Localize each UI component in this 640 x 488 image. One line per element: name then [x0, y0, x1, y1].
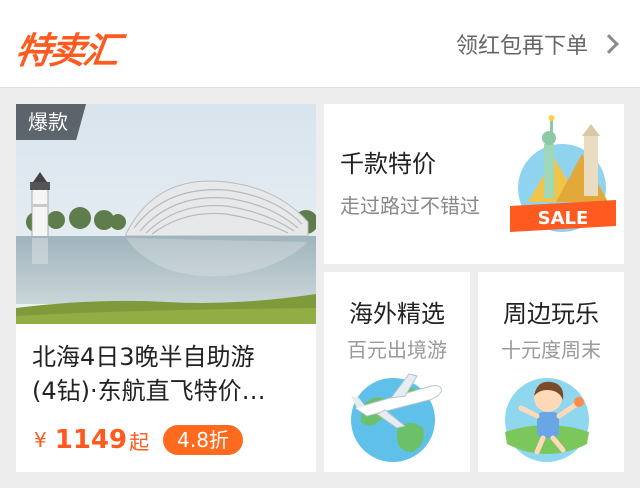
- deal-title-line-1: 北海4日3晚半自助游: [32, 343, 255, 371]
- price-suffix: 起: [129, 429, 150, 454]
- beihai-photo: 爆款: [16, 104, 316, 324]
- header-bar: 特卖汇 领红包再下单: [0, 0, 640, 88]
- sale-label: SALE: [538, 208, 589, 229]
- overseas-subtitle: 百元出境游: [347, 338, 447, 362]
- nearby-fun-card[interactable]: 周边玩乐 十元度周末: [478, 272, 624, 472]
- chevron-right-icon: [599, 34, 619, 54]
- playing-girl-illustration: [505, 378, 589, 462]
- featured-deal-card[interactable]: 爆款 北海4日3晚半自助游 (4钻)·东航直飞特价… ¥ 1149 起 4.8折: [16, 104, 316, 472]
- get-red-packet-label: 领红包再下单: [455, 34, 588, 59]
- overseas-picks-card[interactable]: 海外精选 百元出境游: [324, 272, 470, 472]
- sale-landmarks-illustration: SALE: [510, 115, 616, 232]
- tehuihui-logo: 特卖汇: [12, 31, 121, 72]
- nearby-title: 周边玩乐: [503, 300, 599, 328]
- overseas-title: 海外精选: [349, 300, 445, 328]
- thousand-deals-title: 千款特价: [340, 150, 436, 178]
- price-value: 1149: [54, 425, 128, 455]
- currency-symbol: ¥: [34, 428, 47, 452]
- price-row: ¥ 1149 起 4.8折: [34, 422, 243, 458]
- get-red-packet-link[interactable]: 领红包再下单: [455, 26, 619, 62]
- deal-title-line-2: (4钻)·东航直飞特价…: [32, 377, 266, 405]
- discount-badge: 4.8折: [163, 425, 243, 455]
- hot-badge: 爆款: [16, 104, 86, 140]
- airplane-globe-illustration: [351, 373, 442, 462]
- thousand-deals-subtitle: 走过路过不错过: [340, 194, 480, 218]
- thousand-deals-card[interactable]: 千款特价 走过路过不错过 SALE: [324, 104, 624, 264]
- deal-title: 北海4日3晚半自助游 (4钻)·东航直飞特价…: [32, 340, 304, 408]
- nearby-subtitle: 十元度周末: [501, 338, 601, 362]
